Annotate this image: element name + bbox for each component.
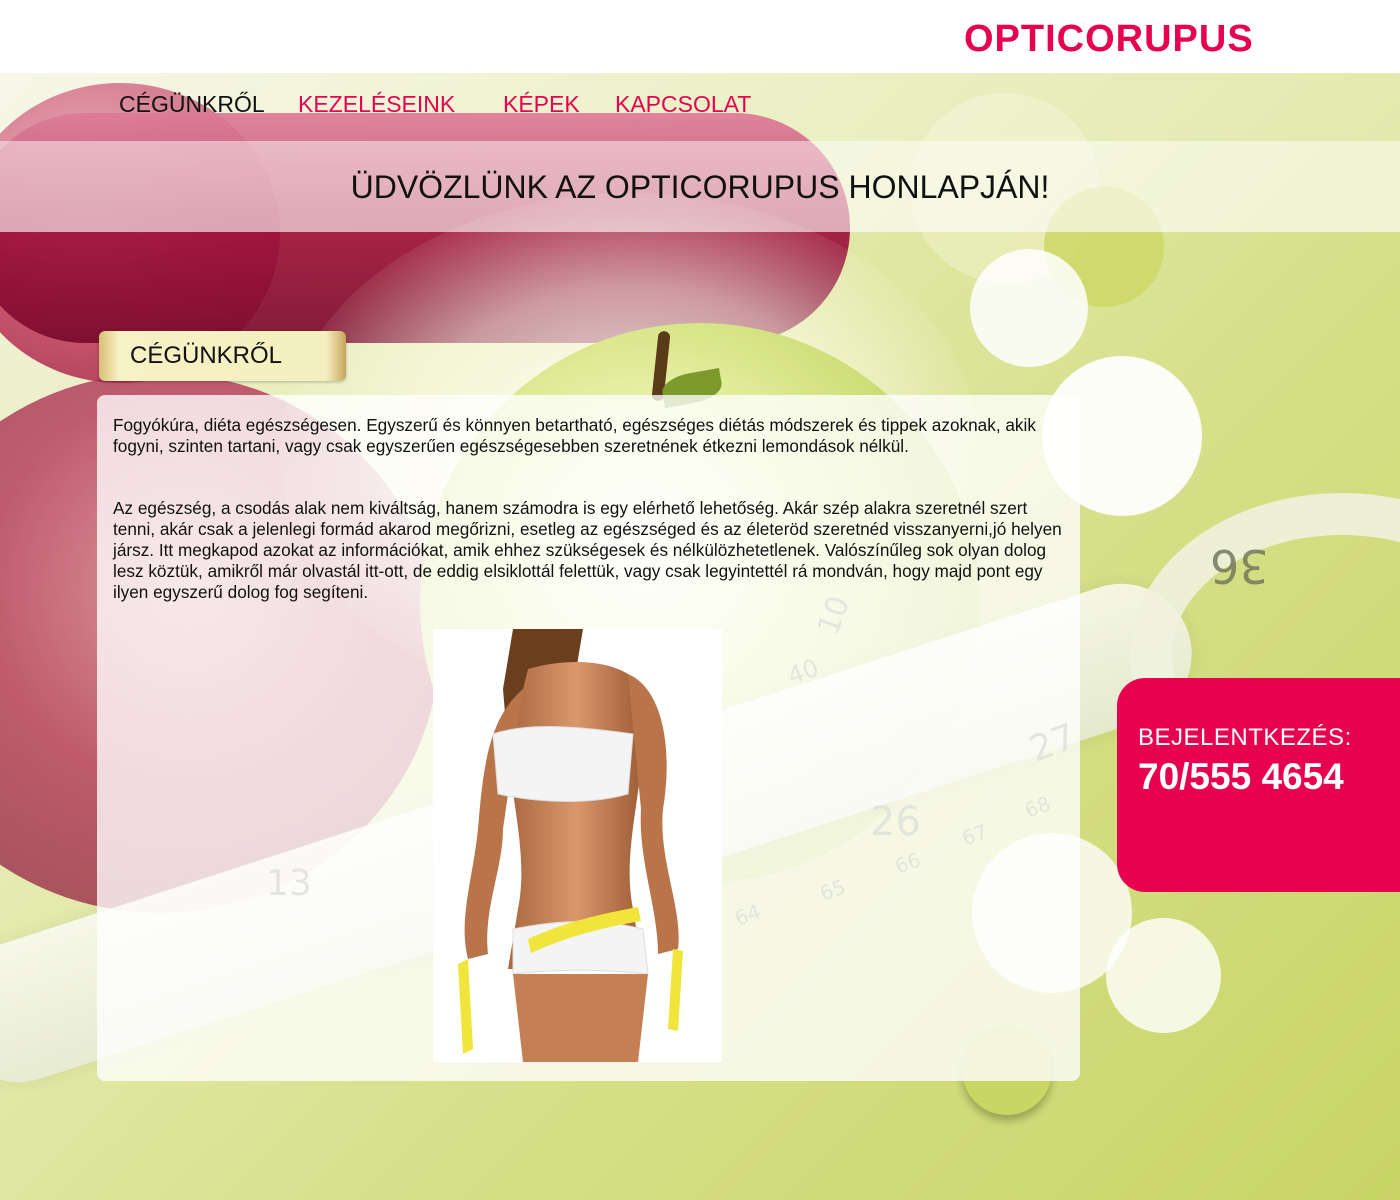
nav-item-kezeleseink[interactable]: KEZELÉSEINK [298,91,455,118]
welcome-banner: ÜDVÖZLÜNK AZ OPTICORUPUS HONLAPJÁN! [0,141,1400,232]
site-logo[interactable]: OPTICORUPUS [964,18,1254,61]
nav-item-kapcsolat[interactable]: KAPCSOLAT [615,91,751,118]
fitness-photo [433,629,722,1062]
contact-box: BEJELENTKEZÉS: 70/555 4654 [1117,678,1400,892]
intro-paragraph: Fogyókúra, diéta egészségesen. Egyszerű … [113,415,1036,456]
body-paragraph: Az egészség, a csodás alak nem kiváltság… [113,498,1062,602]
decorative-circle [970,249,1088,367]
nav-item-cegunkrol[interactable]: CÉGÜNKRŐL [119,91,265,118]
section-title: CÉGÜNKRŐL [130,342,283,369]
page-title: ÜDVÖZLÜNK AZ OPTICORUPUS HONLAPJÁN! [350,169,1050,205]
woman-measuring-waist-image [433,629,722,1062]
booking-label: BEJELENTKEZÉS: [1138,724,1352,751]
content-card: Fogyókúra, diéta egészségesen. Egyszerű … [97,395,1080,1081]
main-nav: CÉGÜNKRŐL KEZELÉSEINK KÉPEK KAPCSOLAT [0,73,1400,141]
section-heading-tab: CÉGÜNKRŐL [99,331,346,381]
nav-item-kepek[interactable]: KÉPEK [503,91,580,118]
decorative-circle [1106,918,1221,1033]
phone-number-link[interactable]: 70/555 4654 [1138,756,1344,798]
tape-number: 36 [1210,539,1269,593]
site-header: OPTICORUPUS [0,0,1400,73]
